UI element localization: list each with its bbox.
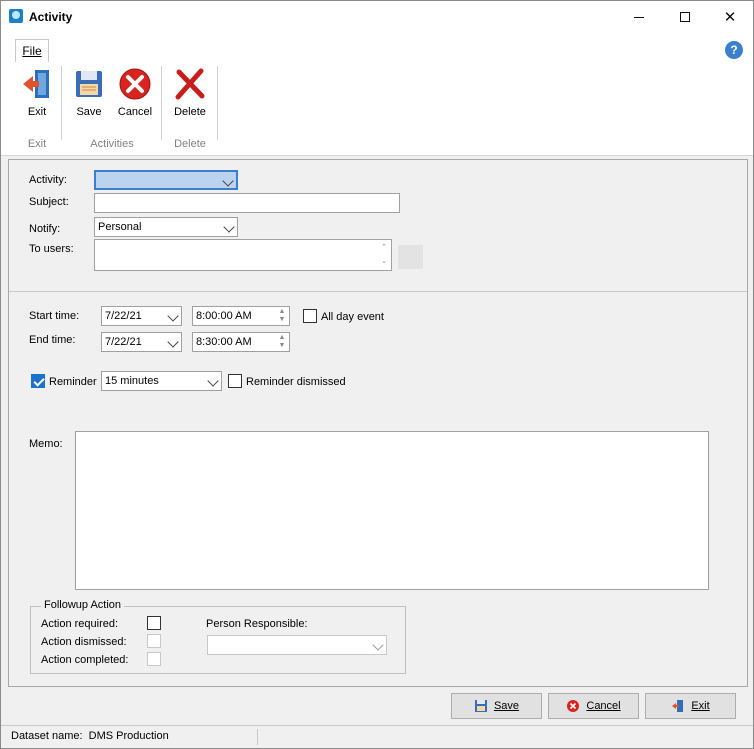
- to-users-picker-button[interactable]: [398, 245, 423, 269]
- tab-file[interactable]: File: [15, 39, 49, 63]
- reminder-value: 15 minutes: [105, 375, 159, 387]
- ribbon-save-label: Save: [76, 106, 102, 118]
- floppy-disk-icon: [474, 700, 487, 712]
- ribbon-cancel-button[interactable]: Cancel: [113, 66, 157, 126]
- all-day-checkbox[interactable]: [303, 309, 317, 323]
- action-required-label: Action required:: [41, 618, 119, 630]
- start-time-spinner[interactable]: ▲ ▼: [277, 308, 287, 324]
- end-date-value: 7/22/21: [105, 336, 142, 348]
- ribbon: Exit Save Cancel Delete Exit Activities …: [1, 62, 753, 156]
- chevron-down-icon: [207, 375, 219, 387]
- notify-dropdown[interactable]: Personal: [94, 217, 238, 237]
- ribbon-group-exit: Exit: [27, 138, 47, 150]
- chevron-down-icon: [222, 175, 234, 187]
- reminder-dismissed-checkbox[interactable]: [228, 374, 242, 388]
- section-divider: [9, 291, 747, 292]
- activity-label: Activity:: [29, 174, 67, 186]
- exit-door-icon: [19, 66, 55, 102]
- ribbon-save-button[interactable]: Save: [67, 66, 111, 126]
- status-bar: Dataset name: DMS Production: [1, 725, 753, 748]
- ribbon-exit-label: Exit: [27, 106, 47, 118]
- reminder-dismissed-label: Reminder dismissed: [246, 376, 346, 388]
- subject-input[interactable]: [94, 193, 400, 213]
- notify-label: Notify:: [29, 223, 61, 235]
- reminder-label: Reminder: [49, 376, 97, 388]
- reminder-checkbox[interactable]: [31, 374, 45, 388]
- start-time-value: 8:00:00 AM: [196, 310, 252, 322]
- minimize-button[interactable]: [616, 1, 662, 33]
- delete-x-icon: [172, 66, 208, 102]
- all-day-label: All day event: [321, 311, 384, 323]
- end-time-spinner[interactable]: ▲ ▼: [277, 334, 287, 350]
- close-icon: ✕: [723, 9, 737, 26]
- ribbon-exit-button[interactable]: Exit: [15, 66, 59, 126]
- ribbon-separator: [61, 66, 62, 140]
- ribbon-group-delete: Delete: [174, 138, 206, 150]
- end-date-picker[interactable]: 7/22/21: [101, 332, 182, 352]
- footer-cancel-button[interactable]: Cancel: [548, 693, 639, 719]
- memo-textarea[interactable]: [75, 431, 709, 590]
- ribbon-tab-strip: File ?: [1, 33, 753, 63]
- title-bar: Activity ✕: [1, 1, 753, 33]
- app-icon: [9, 9, 23, 23]
- window-title: Activity: [29, 10, 73, 24]
- exit-door-icon: [672, 700, 684, 712]
- chevron-down-icon: [372, 639, 384, 651]
- activity-form-panel: Activity: Subject: Notify: Personal To u…: [8, 159, 748, 687]
- footer-exit-button[interactable]: Exit: [645, 693, 736, 719]
- end-time-input[interactable]: 8:30:00 AM ▲ ▼: [192, 332, 290, 352]
- start-date-value: 7/22/21: [105, 310, 142, 322]
- activity-window: Activity ✕ File ? Exit Save Cancel Delet…: [0, 0, 754, 749]
- cancel-x-circle-icon: [117, 66, 153, 102]
- person-responsible-dropdown[interactable]: [207, 635, 387, 655]
- action-required-checkbox[interactable]: [147, 616, 161, 630]
- end-time-value: 8:30:00 AM: [196, 336, 252, 348]
- subject-label: Subject:: [29, 196, 69, 208]
- to-users-label: To users:: [29, 243, 74, 255]
- ribbon-cancel-label: Cancel: [117, 106, 153, 118]
- start-time-label: Start time:: [29, 310, 80, 322]
- ribbon-group-activities: Activities: [90, 138, 134, 150]
- memo-label: Memo:: [29, 438, 63, 450]
- ribbon-separator: [161, 66, 162, 140]
- start-time-input[interactable]: 8:00:00 AM ▲ ▼: [192, 306, 290, 326]
- ribbon-delete-label: Delete: [174, 106, 206, 118]
- footer-save-button[interactable]: Save: [451, 693, 542, 719]
- close-button[interactable]: ✕: [707, 1, 753, 33]
- footer-cancel-label: Cancel: [586, 700, 621, 712]
- to-users-scroll[interactable]: ⌃ ⌄: [379, 241, 389, 269]
- cancel-x-circle-icon: [567, 700, 580, 712]
- notify-value: Personal: [98, 221, 142, 233]
- ribbon-separator: [217, 66, 218, 140]
- chevron-down-icon: [167, 336, 179, 348]
- minimize-icon: [634, 16, 644, 18]
- chevron-down-icon: [223, 221, 235, 233]
- footer-exit-label: Exit: [691, 700, 710, 712]
- action-completed-checkbox: [147, 652, 161, 666]
- maximize-button[interactable]: [662, 1, 708, 33]
- dataset-name-status: Dataset name: DMS Production: [11, 730, 169, 742]
- chevron-down-icon: [167, 310, 179, 322]
- footer-save-label: Save: [493, 700, 520, 712]
- maximize-icon: [680, 12, 690, 22]
- help-icon[interactable]: ?: [725, 41, 743, 59]
- person-responsible-label: Person Responsible:: [206, 618, 308, 630]
- activity-dropdown[interactable]: [94, 170, 238, 190]
- status-separator: [257, 729, 258, 745]
- followup-title: Followup Action: [41, 599, 125, 611]
- followup-action-group: Followup Action Action required: Action …: [30, 599, 406, 674]
- reminder-dropdown[interactable]: 15 minutes: [101, 371, 222, 391]
- ribbon-delete-button[interactable]: Delete: [167, 66, 213, 126]
- end-time-label: End time:: [29, 334, 76, 346]
- start-date-picker[interactable]: 7/22/21: [101, 306, 182, 326]
- action-dismissed-label: Action dismissed:: [41, 636, 127, 648]
- tab-file-label: File: [22, 44, 42, 58]
- floppy-disk-icon: [71, 66, 107, 102]
- to-users-input[interactable]: ⌃ ⌄: [94, 239, 392, 271]
- action-completed-label: Action completed:: [41, 654, 129, 666]
- action-dismissed-checkbox: [147, 634, 161, 648]
